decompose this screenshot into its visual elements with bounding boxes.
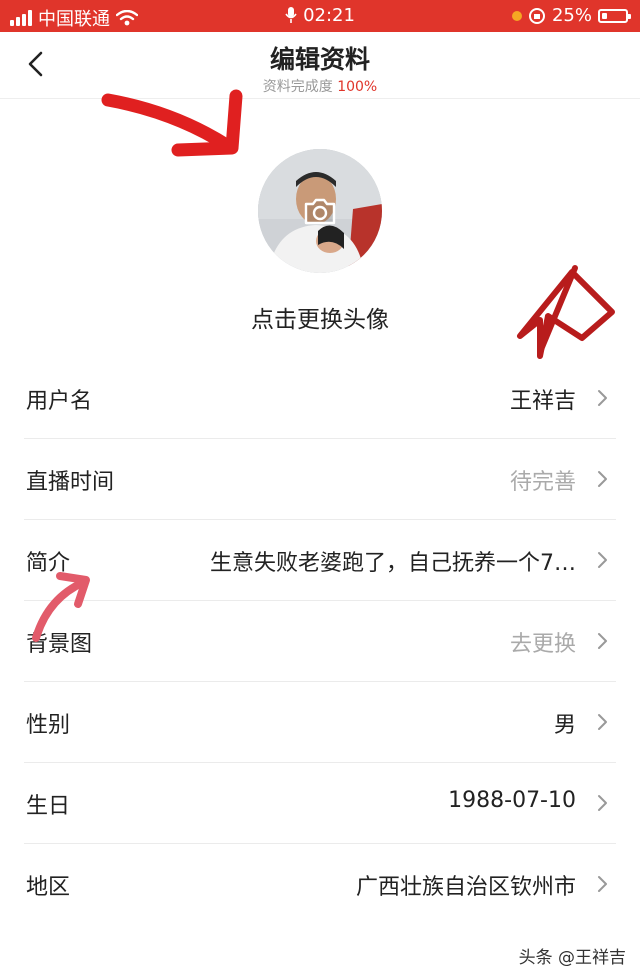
completion-indicator: 资料完成度 100% (0, 76, 640, 96)
nav-header: 编辑资料 资料完成度 100% (0, 32, 640, 99)
annotation-arrow-avatar (101, 89, 243, 157)
profile-field-list: 用户名 王祥吉 直播时间 待完善 简介 生意失败老婆跑了，自己抚养一个7… 背景… (0, 358, 640, 924)
chevron-right-icon (598, 552, 607, 568)
profile-row-3[interactable]: 简介 生意失败老婆跑了，自己抚养一个7… (24, 520, 616, 601)
field-value: 待完善 (509, 470, 576, 495)
page-title: 编辑资料 (269, 45, 370, 74)
field-label: 直播时间 (26, 470, 115, 495)
change-avatar-label[interactable]: 点击更换头像 (0, 300, 640, 334)
completion-label: 资料完成度 (262, 79, 333, 95)
field-value: 去更换 (509, 632, 576, 657)
chevron-right-icon (598, 876, 607, 892)
chevron-right-icon (598, 390, 607, 406)
profile-row-2[interactable]: 直播时间 待完善 (24, 439, 616, 520)
avatar[interactable] (258, 149, 382, 273)
status-right: 25% (511, 5, 631, 26)
profile-row-1[interactable]: 用户名 王祥吉 (24, 358, 616, 439)
chevron-right-icon (598, 471, 607, 487)
orientation-lock-icon (528, 7, 545, 24)
battery-icon (598, 8, 631, 23)
field-value: 王祥吉 (509, 389, 576, 414)
chevron-right-icon (598, 795, 607, 811)
battery-percent: 25% (551, 5, 592, 26)
recording-dot-icon (511, 10, 522, 21)
watermark: 头条 @王祥吉 (518, 948, 626, 968)
field-label: 性别 (26, 713, 71, 738)
field-value: 生意失败老婆跑了，自己抚养一个7… (210, 551, 576, 576)
field-value: 广西壮族自治区钦州市 (355, 875, 576, 900)
field-label: 地区 (26, 875, 71, 900)
field-label: 用户名 (26, 389, 93, 414)
completion-value: 100% (337, 79, 378, 95)
field-label: 背景图 (26, 632, 93, 657)
camera-icon (304, 198, 336, 225)
profile-row-4[interactable]: 背景图 去更换 (24, 601, 616, 682)
profile-row-6[interactable]: 生日 1988-07-10 (24, 763, 616, 844)
field-label: 简介 (26, 551, 71, 576)
field-value: 男 (553, 713, 576, 738)
chevron-right-icon (598, 633, 607, 649)
field-label: 生日 (26, 794, 71, 819)
profile-row-7[interactable]: 地区 广西壮族自治区钦州市 (24, 844, 616, 924)
field-value: 1988-07-10 (448, 788, 576, 813)
profile-row-5[interactable]: 性别 男 (24, 682, 616, 763)
chevron-right-icon (598, 714, 607, 730)
status-bar: 中国联通 02:21 25% (0, 0, 640, 32)
status-time: 02:21 (303, 5, 355, 26)
mic-icon (285, 7, 297, 23)
